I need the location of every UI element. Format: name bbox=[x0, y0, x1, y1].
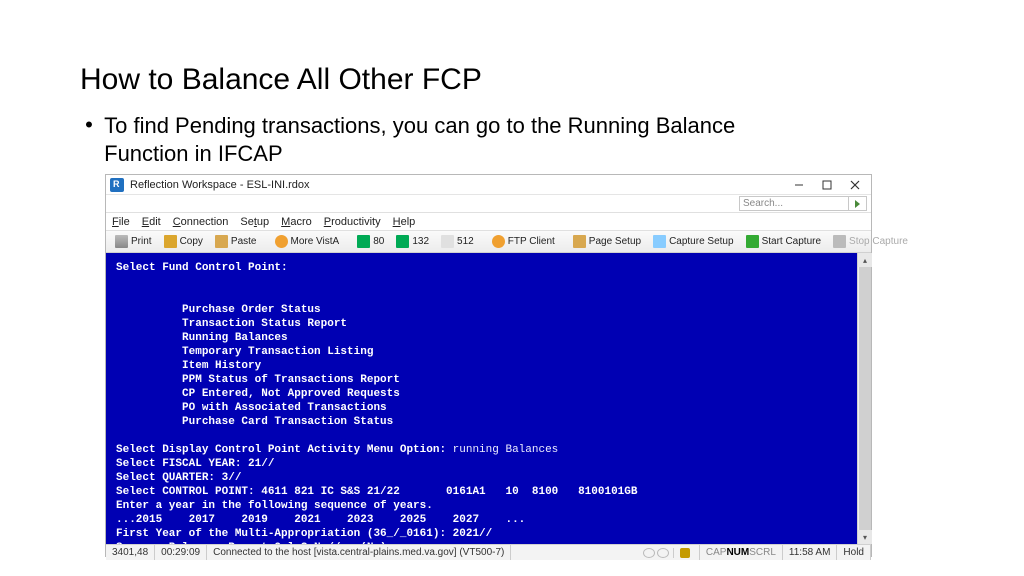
menu-productivity[interactable]: Productivity bbox=[324, 216, 381, 228]
capture-setup-icon bbox=[653, 235, 666, 248]
terminal-scrollbar[interactable]: ▴ ▾ bbox=[857, 253, 871, 544]
cursor-pos: 3401,48 bbox=[106, 545, 155, 560]
statusbar: 3401,48 00:29:09 Connected to the host [… bbox=[106, 544, 871, 560]
keyboard-state: CAP NUM SCRL bbox=[700, 545, 783, 560]
body-line: To find Pending transactions, you can go… bbox=[104, 112, 744, 167]
print-icon bbox=[115, 235, 128, 248]
minimize-button[interactable] bbox=[785, 176, 813, 194]
scroll-up-button[interactable]: ▴ bbox=[858, 253, 872, 267]
toolbar: Print Copy Paste More VistA 80 132 512 F… bbox=[106, 231, 871, 253]
app-icon bbox=[110, 178, 124, 192]
maximize-button[interactable] bbox=[813, 176, 841, 194]
cols-512-icon bbox=[441, 235, 454, 248]
reflection-workspace-window: Reflection Workspace - ESL-INI.rdox Sear… bbox=[105, 174, 872, 557]
menu-macro[interactable]: Macro bbox=[281, 216, 312, 228]
copy-button[interactable]: Copy bbox=[159, 234, 208, 249]
cols-80-icon bbox=[357, 235, 370, 248]
scroll-down-button[interactable]: ▾ bbox=[858, 530, 872, 544]
hold-indicator: Hold bbox=[837, 545, 871, 560]
ssl-indicator bbox=[674, 545, 700, 560]
ftp-client-button[interactable]: FTP Client bbox=[487, 234, 560, 249]
stop-capture-button[interactable]: Stop Capture bbox=[828, 234, 913, 249]
session-time: 00:29:09 bbox=[155, 545, 207, 560]
page-setup-button[interactable]: Page Setup bbox=[568, 234, 646, 249]
menu-edit[interactable]: Edit bbox=[142, 216, 161, 228]
menubar: File Edit Connection Setup Macro Product… bbox=[106, 213, 871, 231]
menu-connection[interactable]: Connection bbox=[173, 216, 229, 228]
cols-132-icon bbox=[396, 235, 409, 248]
print-button[interactable]: Print bbox=[110, 234, 157, 249]
cols-512-button[interactable]: 512 bbox=[436, 234, 479, 249]
bullet: • bbox=[80, 112, 98, 138]
copy-icon bbox=[164, 235, 177, 248]
window-titlebar: Reflection Workspace - ESL-INI.rdox bbox=[106, 175, 871, 195]
lock-icon bbox=[680, 548, 690, 558]
start-capture-icon bbox=[746, 235, 759, 248]
capture-setup-button[interactable]: Capture Setup bbox=[648, 234, 739, 249]
cols-80-button[interactable]: 80 bbox=[352, 234, 389, 249]
net-icon bbox=[643, 548, 655, 558]
more-vista-button[interactable]: More VistA bbox=[270, 234, 345, 249]
connection-status: Connected to the host [vista.central-pla… bbox=[207, 545, 511, 560]
network-indicators bbox=[639, 548, 674, 558]
menu-help[interactable]: Help bbox=[393, 216, 416, 228]
terminal-screen[interactable]: Select Fund Control Point: Purchase Orde… bbox=[106, 253, 857, 544]
paste-icon bbox=[215, 235, 228, 248]
close-button[interactable] bbox=[841, 176, 869, 194]
menu-file[interactable]: File bbox=[112, 216, 130, 228]
page-setup-icon bbox=[573, 235, 586, 248]
search-row: Search... bbox=[106, 195, 871, 213]
slide-body: • To find Pending transactions, you can … bbox=[80, 112, 744, 167]
search-go-button[interactable] bbox=[849, 196, 867, 211]
window-title: Reflection Workspace - ESL-INI.rdox bbox=[128, 179, 785, 191]
search-input[interactable]: Search... bbox=[739, 196, 849, 211]
scroll-thumb[interactable] bbox=[859, 267, 871, 530]
cols-132-button[interactable]: 132 bbox=[391, 234, 434, 249]
paste-button[interactable]: Paste bbox=[210, 234, 262, 249]
menu-setup[interactable]: Setup bbox=[240, 216, 269, 228]
stop-capture-icon bbox=[833, 235, 846, 248]
clock: 11:58 AM bbox=[783, 545, 838, 560]
ftp-icon bbox=[492, 235, 505, 248]
more-vista-icon bbox=[275, 235, 288, 248]
net-icon bbox=[657, 548, 669, 558]
start-capture-button[interactable]: Start Capture bbox=[741, 234, 826, 249]
slide-title: How to Balance All Other FCP bbox=[80, 63, 482, 97]
